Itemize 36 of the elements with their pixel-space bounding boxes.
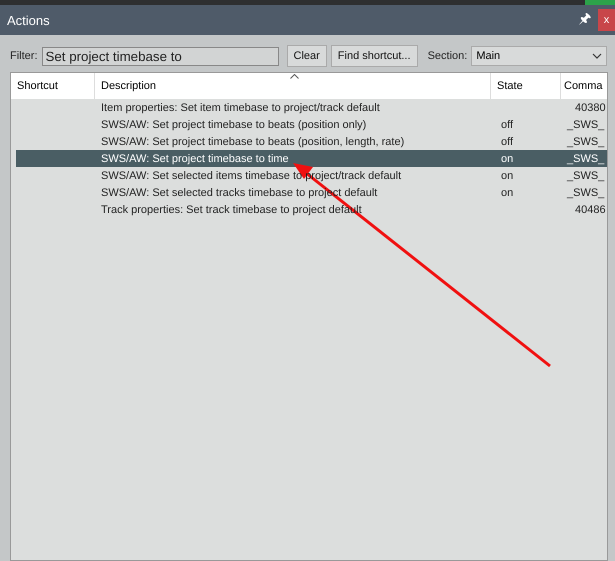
- command-cell-text: _SWS_: [566, 186, 606, 198]
- window-title: Actions: [7, 12, 51, 28]
- close-button[interactable]: x: [598, 9, 615, 31]
- filter-field[interactable]: Set project timebase to: [42, 46, 278, 66]
- action-row[interactable]: SWS/AW: Set project timebase to time on _SWS_: [16, 150, 607, 167]
- description-cell-text: Item properties: Set item timebase to project/track default: [100, 102, 381, 114]
- section-dropdown[interactable]: Main: [471, 46, 607, 66]
- description-cell-text: SWS/AW: Set project timebase to beats (position, length, rate): [100, 136, 406, 148]
- command-cell-text: _SWS_: [566, 170, 606, 182]
- sort-icon: [290, 74, 299, 79]
- chevron-icon: [592, 53, 602, 59]
- action-row[interactable]: SWS/AW: Set project timebase to beats (position, length, rate) off _SWS_: [11, 133, 607, 150]
- command-cell-text: _SWS_: [566, 118, 606, 130]
- section-label: Section:: [428, 50, 468, 62]
- command-cell-text: 40486: [574, 204, 607, 216]
- description-cell-text: SWS/AW: Set project timebase to time: [100, 152, 290, 164]
- taskbar-indicator: [585, 0, 615, 5]
- state-cell: off: [501, 118, 514, 130]
- toolbar-button[interactable]: Find shortcut...: [330, 45, 418, 67]
- column-header[interactable]: Shortcut: [11, 73, 95, 99]
- state-cell: off: [501, 136, 514, 148]
- command-cell-text: 40380: [574, 102, 607, 114]
- column-header[interactable]: State: [491, 73, 561, 99]
- filter-label: Filter:: [10, 50, 38, 62]
- description-cell-text: SWS/AW: Set project timebase to beats (position only): [100, 118, 368, 130]
- state-cell: on: [501, 170, 514, 182]
- state-cell: on: [501, 152, 514, 164]
- action-row[interactable]: Item properties: Set item timebase to project/track default 40380: [11, 99, 607, 116]
- command-cell-text: _SWS_: [566, 152, 606, 164]
- pin-button[interactable]: 🖈: [576, 8, 594, 32]
- column-header[interactable]: Description: [95, 73, 491, 99]
- state-cell: on: [501, 186, 514, 198]
- column-header[interactable]: Comma: [561, 73, 607, 99]
- action-row[interactable]: SWS/AW: Set project timebase to beats (position only) off _SWS_: [11, 116, 607, 133]
- toolbar-button[interactable]: Clear: [286, 45, 327, 67]
- command-cell-text: _SWS_: [566, 136, 606, 148]
